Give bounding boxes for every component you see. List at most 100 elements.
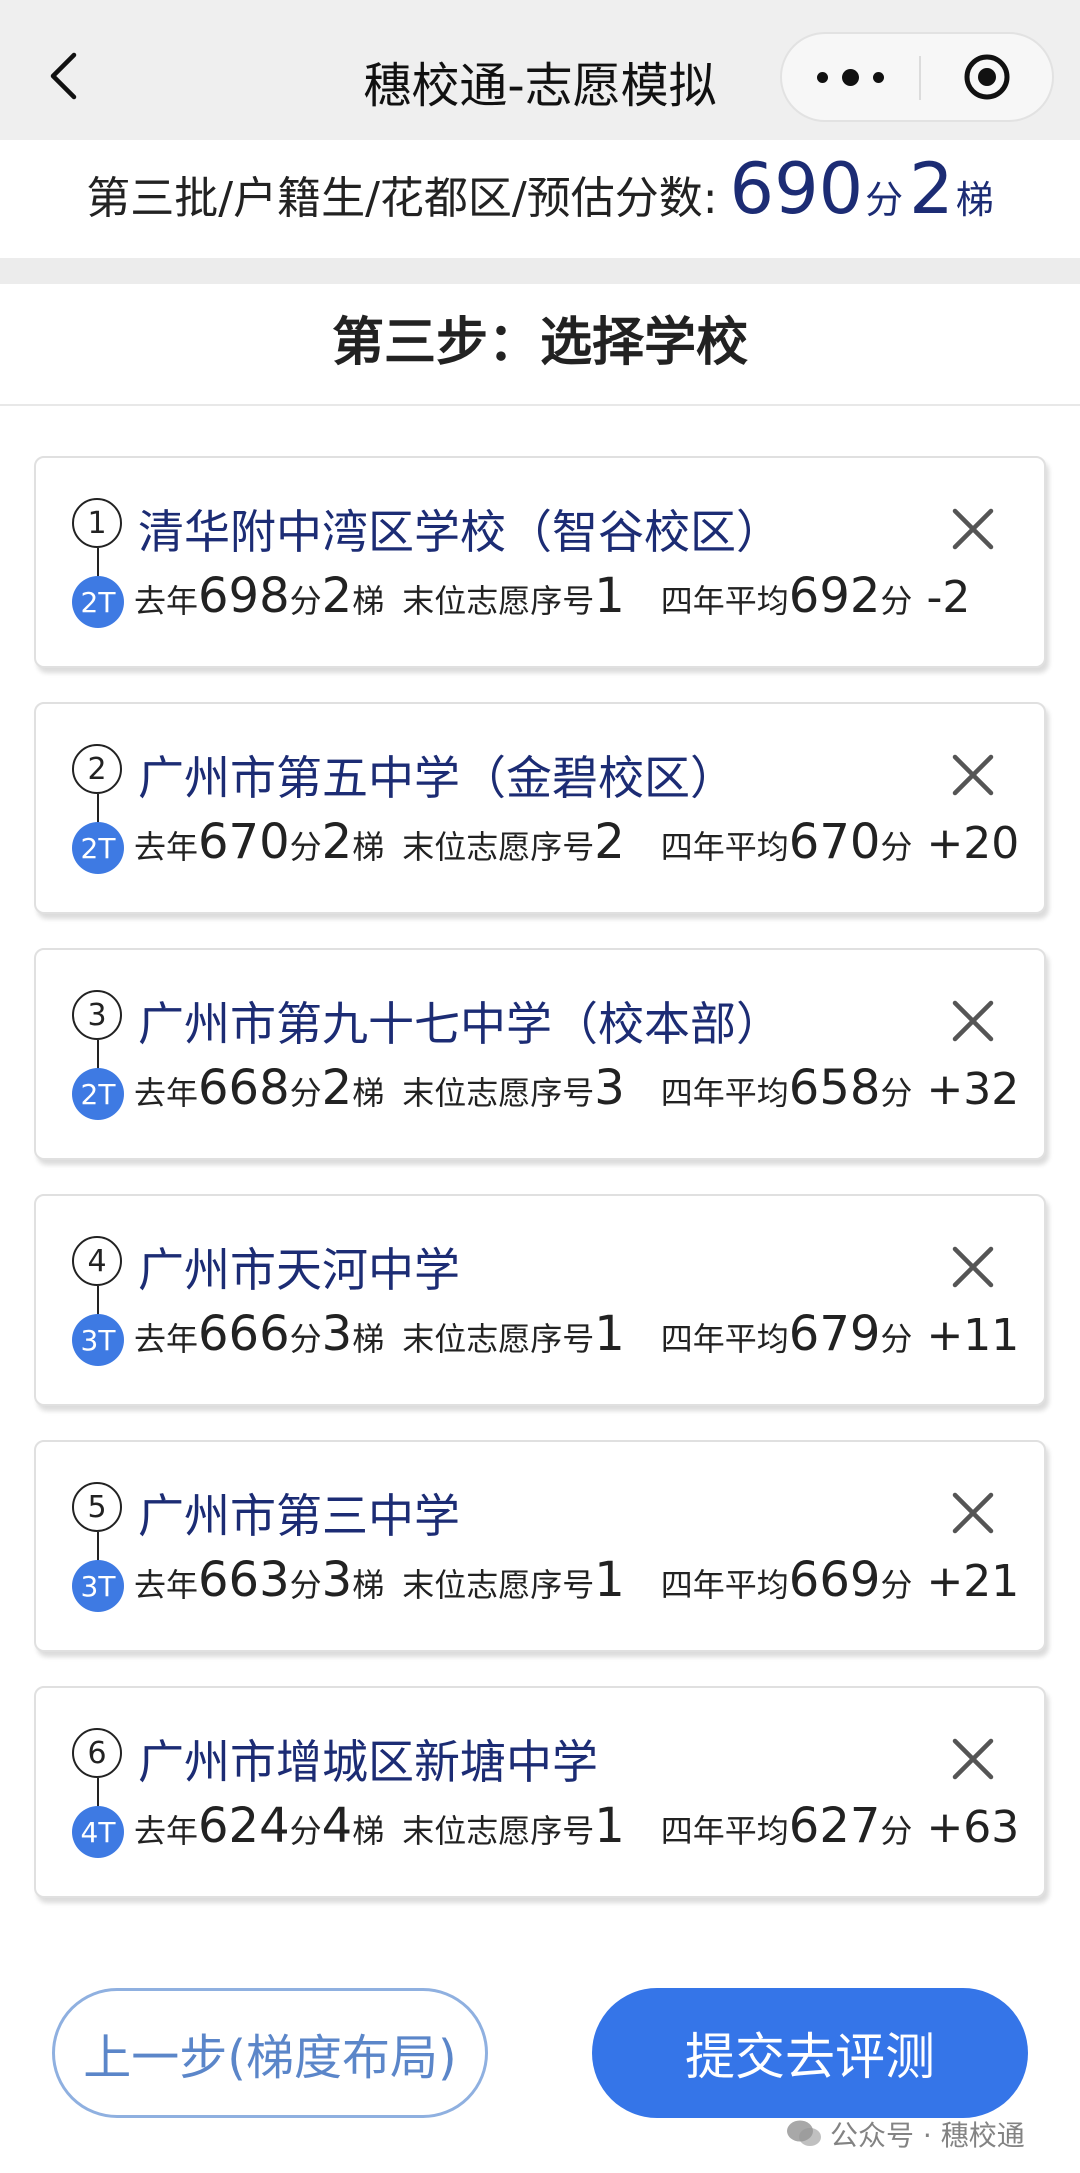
- last-choice-label: 末位志愿序号: [402, 1320, 595, 1358]
- last-year-score: 624: [198, 1798, 290, 1854]
- four-year-avg-label: 四年平均: [660, 1074, 789, 1112]
- last-year-tier: 4: [321, 1798, 353, 1854]
- four-year-avg-score: 627: [788, 1798, 881, 1854]
- four-year-avg-label: 四年平均: [660, 1320, 789, 1358]
- score-unit: 分: [289, 828, 322, 866]
- rank-number: 2: [72, 744, 122, 794]
- score-unit: 分: [289, 1074, 322, 1112]
- last-year-tier: 2: [321, 1060, 353, 1116]
- school-card: 2 2T 广州市第五中学（金碧校区） 去年 670 分 2 梯 末位志愿序号 2…: [34, 702, 1046, 914]
- score-unit: 分: [880, 1074, 913, 1112]
- close-icon: [952, 1246, 994, 1288]
- estimated-tier: 2: [909, 148, 954, 230]
- school-card: 6 4T 广州市增城区新塘中学 去年 624 分 4 梯 末位志愿序号 1 四年…: [34, 1686, 1046, 1898]
- last-choice-number: 2: [594, 814, 625, 870]
- close-icon: [952, 1738, 994, 1780]
- school-stats: 去年 663 分 3 梯 末位志愿序号 1 四年平均 669 分 +21: [134, 1552, 1034, 1608]
- last-year-label: 去年: [134, 1074, 199, 1112]
- school-stats: 去年 624 分 4 梯 末位志愿序号 1 四年平均 627 分 +63: [134, 1798, 1034, 1854]
- remove-school-button[interactable]: [946, 748, 1000, 802]
- school-name[interactable]: 广州市第五中学（金碧校区）: [138, 742, 736, 808]
- remove-school-button[interactable]: [946, 502, 1000, 556]
- last-choice-number: 1: [594, 1798, 625, 1854]
- submit-evaluate-button[interactable]: 提交去评测: [592, 1988, 1028, 2118]
- last-year-label: 去年: [134, 582, 199, 620]
- remove-school-button[interactable]: [946, 1486, 1000, 1540]
- last-year-score: 666: [198, 1306, 290, 1362]
- school-card: 4 3T 广州市天河中学 去年 666 分 3 梯 末位志愿序号 1 四年平均 …: [34, 1194, 1046, 1406]
- rank-number: 1: [72, 498, 122, 548]
- four-year-avg-label: 四年平均: [660, 582, 789, 620]
- school-name[interactable]: 广州市第九十七中学（校本部）: [138, 988, 782, 1054]
- school-card: 3 2T 广州市第九十七中学（校本部） 去年 668 分 2 梯 末位志愿序号 …: [34, 948, 1046, 1160]
- score-difference: +21: [926, 1556, 1020, 1607]
- last-choice-label: 末位志愿序号: [402, 828, 595, 866]
- tier-unit: 梯: [352, 1074, 385, 1112]
- score-difference: +11: [926, 1310, 1020, 1361]
- school-name[interactable]: 广州市增城区新塘中学: [138, 1726, 598, 1792]
- score-difference: +20: [926, 818, 1020, 869]
- last-year-score: 698: [198, 568, 290, 624]
- last-year-tier: 3: [321, 1306, 353, 1362]
- close-mini-program-button[interactable]: [920, 34, 1054, 120]
- score-unit: 分: [289, 1320, 322, 1358]
- last-choice-number: 3: [594, 1060, 625, 1116]
- school-name[interactable]: 广州市第三中学: [138, 1480, 460, 1546]
- rank-number: 4: [72, 1236, 122, 1286]
- divider: [0, 404, 1080, 406]
- tier-badge: 3T: [72, 1560, 124, 1612]
- last-year-score: 663: [198, 1552, 290, 1608]
- close-icon: [952, 508, 994, 550]
- watermark: 公众号 · 穗校通: [786, 2114, 1025, 2154]
- score-unit: 分: [880, 828, 913, 866]
- remove-school-button[interactable]: [946, 1732, 1000, 1786]
- score-unit: 分: [289, 1566, 322, 1604]
- close-icon: [952, 754, 994, 796]
- tier-unit: 梯: [352, 1566, 385, 1604]
- four-year-avg-label: 四年平均: [660, 1566, 789, 1604]
- last-choice-number: 1: [594, 568, 625, 624]
- tier-unit: 梯: [352, 1320, 385, 1358]
- more-button[interactable]: [782, 34, 919, 120]
- close-icon: [952, 1000, 994, 1042]
- score-unit: 分: [880, 1320, 913, 1358]
- watermark-text: 公众号 · 穗校通: [830, 2119, 1025, 2152]
- last-year-label: 去年: [134, 828, 199, 866]
- score-unit: 分: [880, 1566, 913, 1604]
- more-dots-icon: [817, 71, 828, 83]
- target-circle-icon: [964, 54, 1010, 100]
- last-year-label: 去年: [134, 1320, 199, 1358]
- score-difference: +63: [926, 1802, 1020, 1853]
- four-year-avg-score: 692: [788, 568, 881, 624]
- tier-badge: 2T: [72, 822, 124, 874]
- school-stats: 去年 670 分 2 梯 末位志愿序号 2 四年平均 670 分 +20: [134, 814, 1034, 870]
- last-choice-label: 末位志愿序号: [402, 1074, 595, 1112]
- school-stats: 去年 698 分 2 梯 末位志愿序号 1 四年平均 692 分 -2: [134, 568, 1034, 624]
- school-stats: 去年 666 分 3 梯 末位志愿序号 1 四年平均 679 分 +11: [134, 1306, 1034, 1362]
- school-name[interactable]: 广州市天河中学: [138, 1234, 460, 1300]
- tier-unit: 梯: [352, 582, 385, 620]
- last-year-label: 去年: [134, 1566, 199, 1604]
- close-icon: [952, 1492, 994, 1534]
- nav-bar: 穗校通-志愿模拟: [0, 0, 1080, 140]
- school-stats: 去年 668 分 2 梯 末位志愿序号 3 四年平均 658 分 +32: [134, 1060, 1034, 1116]
- score-label: 第三批/户籍生/花都区/预估分数:: [86, 173, 718, 224]
- previous-step-button[interactable]: 上一步(梯度布局): [52, 1988, 488, 2118]
- four-year-avg-label: 四年平均: [660, 828, 789, 866]
- school-card: 5 3T 广州市第三中学 去年 663 分 3 梯 末位志愿序号 1 四年平均 …: [34, 1440, 1046, 1652]
- score-summary: 第三批/户籍生/花都区/预估分数: 690 分 2 梯: [0, 140, 1080, 260]
- score-unit: 分: [880, 582, 913, 620]
- tier-unit: 梯: [352, 1812, 385, 1850]
- score-unit: 分: [289, 582, 322, 620]
- school-name[interactable]: 清华附中湾区学校（智谷校区）: [138, 496, 782, 562]
- last-year-tier: 3: [321, 1552, 353, 1608]
- remove-school-button[interactable]: [946, 994, 1000, 1048]
- remove-school-button[interactable]: [946, 1240, 1000, 1294]
- four-year-avg-score: 658: [788, 1060, 881, 1116]
- tier-unit: 梯: [955, 178, 994, 222]
- tier-badge: 4T: [72, 1806, 124, 1858]
- last-year-tier: 2: [321, 568, 353, 624]
- tier-unit: 梯: [352, 828, 385, 866]
- score-unit: 分: [289, 1812, 322, 1850]
- school-card: 1 2T 清华附中湾区学校（智谷校区） 去年 698 分 2 梯 末位志愿序号 …: [34, 456, 1046, 668]
